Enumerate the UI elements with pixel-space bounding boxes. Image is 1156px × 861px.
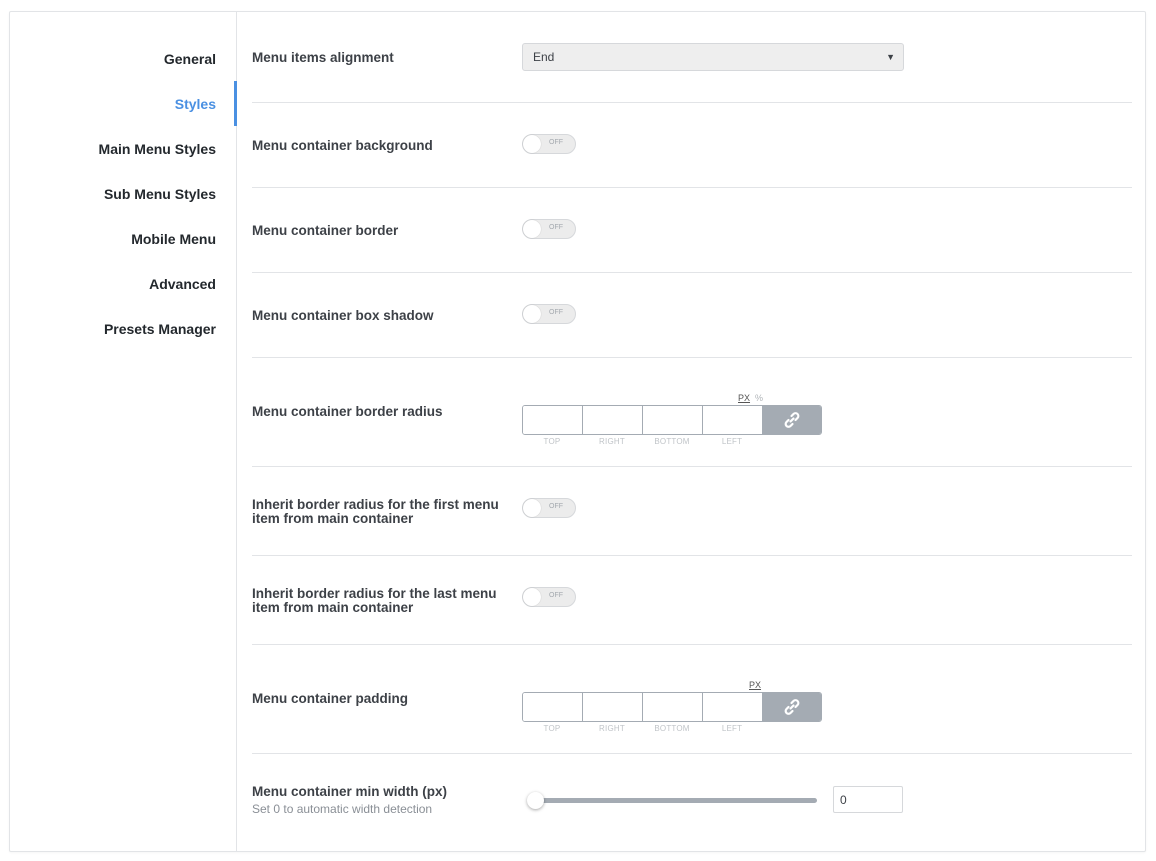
label-top: TOP [543,437,561,446]
link-icon [784,412,800,428]
unit-switcher: PX% [738,393,768,403]
min-width-slider[interactable] [527,790,817,810]
alignment-select-value: End [533,50,555,64]
caret-down-icon: ▼ [886,52,895,62]
radius-right-input[interactable] [583,406,643,434]
toggle-state: OFF [549,309,563,316]
background-label: Menu container background [252,138,433,153]
toggle-state: OFF [549,139,563,146]
sidebar-item-presets-manager[interactable]: Presets Manager [9,306,236,351]
border-label: Menu container border [252,223,399,238]
setting-row-shadow: Menu container box shadow OFF [252,273,1132,358]
alignment-select[interactable]: End ▼ [522,43,904,71]
radius-top-input[interactable] [523,406,583,434]
min-width-label: Menu container min width (px) Set 0 to a… [252,784,512,817]
shadow-toggle[interactable]: OFF [522,304,576,324]
alignment-label: Menu items alignment [252,50,394,65]
slider-track[interactable] [535,798,817,803]
toggle-knob [523,499,541,517]
padding-top-input[interactable] [523,693,583,721]
padding-left-input[interactable] [703,693,763,721]
radius-left-input[interactable] [703,406,763,434]
setting-row-background: Menu container background OFF [252,103,1132,188]
unit-px[interactable]: PX [738,393,750,403]
link-icon [784,699,800,715]
unit-switcher: PX [749,680,766,690]
toggle-state: OFF [549,224,563,231]
toggle-state: OFF [549,503,563,510]
toggle-knob [523,135,541,153]
inherit-first-toggle[interactable]: OFF [522,498,576,518]
link-values-button[interactable] [763,693,821,721]
padding-inputs [522,692,822,722]
dimension-labels: TOP RIGHT BOTTOM LEFT [522,724,762,733]
setting-row-alignment: Menu items alignment End ▼ [252,12,1132,103]
toggle-knob [523,220,541,238]
sidebar-item-main-menu-styles[interactable]: Main Menu Styles [9,126,236,171]
label-top: TOP [543,724,561,733]
sidebar-item-mobile-menu[interactable]: Mobile Menu [9,216,236,261]
sidebar-nav: General Styles Main Menu Styles Sub Menu… [10,12,237,851]
label-right: RIGHT [599,724,625,733]
dimension-labels: TOP RIGHT BOTTOM LEFT [522,437,762,446]
slider-thumb[interactable] [527,792,544,809]
sidebar-item-sub-menu-styles[interactable]: Sub Menu Styles [9,171,236,216]
sidebar-item-styles[interactable]: Styles [9,81,237,126]
border-toggle[interactable]: OFF [522,219,576,239]
label-right: RIGHT [599,437,625,446]
padding-bottom-input[interactable] [643,693,703,721]
label-left: LEFT [721,724,743,733]
min-width-description: Set 0 to automatic width detection [252,802,433,816]
inherit-last-toggle[interactable]: OFF [522,587,576,607]
border-radius-inputs [522,405,822,435]
unit-px[interactable]: PX [749,680,761,690]
min-width-input[interactable] [833,786,903,813]
padding-right-input[interactable] [583,693,643,721]
toggle-state: OFF [549,592,563,599]
setting-row-inherit-last: Inherit border radius for the last menu … [252,556,1132,645]
setting-row-inherit-first: Inherit border radius for the first menu… [252,467,1132,556]
link-values-button[interactable] [763,406,821,434]
label-bottom: BOTTOM [654,437,690,446]
setting-row-padding: Menu container padding PX TOP RIGHT BOTT… [252,645,1132,754]
label-left: LEFT [721,437,743,446]
background-toggle[interactable]: OFF [522,134,576,154]
sidebar-item-advanced[interactable]: Advanced [9,261,236,306]
toggle-knob [523,305,541,323]
radius-bottom-input[interactable] [643,406,703,434]
inherit-first-label: Inherit border radius for the first menu… [252,497,499,526]
settings-panel: General Styles Main Menu Styles Sub Menu… [9,11,1146,852]
setting-row-border-radius: Menu container border radius PX% TOP RIG… [252,358,1132,467]
label-bottom: BOTTOM [654,724,690,733]
unit-percent[interactable]: % [755,393,763,403]
padding-label: Menu container padding [252,691,409,706]
sidebar-item-general[interactable]: General [9,36,236,81]
shadow-label: Menu container box shadow [252,308,434,323]
settings-content: Menu items alignment End ▼ Menu containe… [252,12,1132,851]
toggle-knob [523,588,541,606]
min-width-title: Menu container min width (px) [252,784,447,799]
setting-row-border: Menu container border OFF [252,188,1132,273]
inherit-last-label: Inherit border radius for the last menu … [252,586,497,615]
setting-row-min-width: Menu container min width (px) Set 0 to a… [252,754,1132,853]
border-radius-label: Menu container border radius [252,404,443,419]
